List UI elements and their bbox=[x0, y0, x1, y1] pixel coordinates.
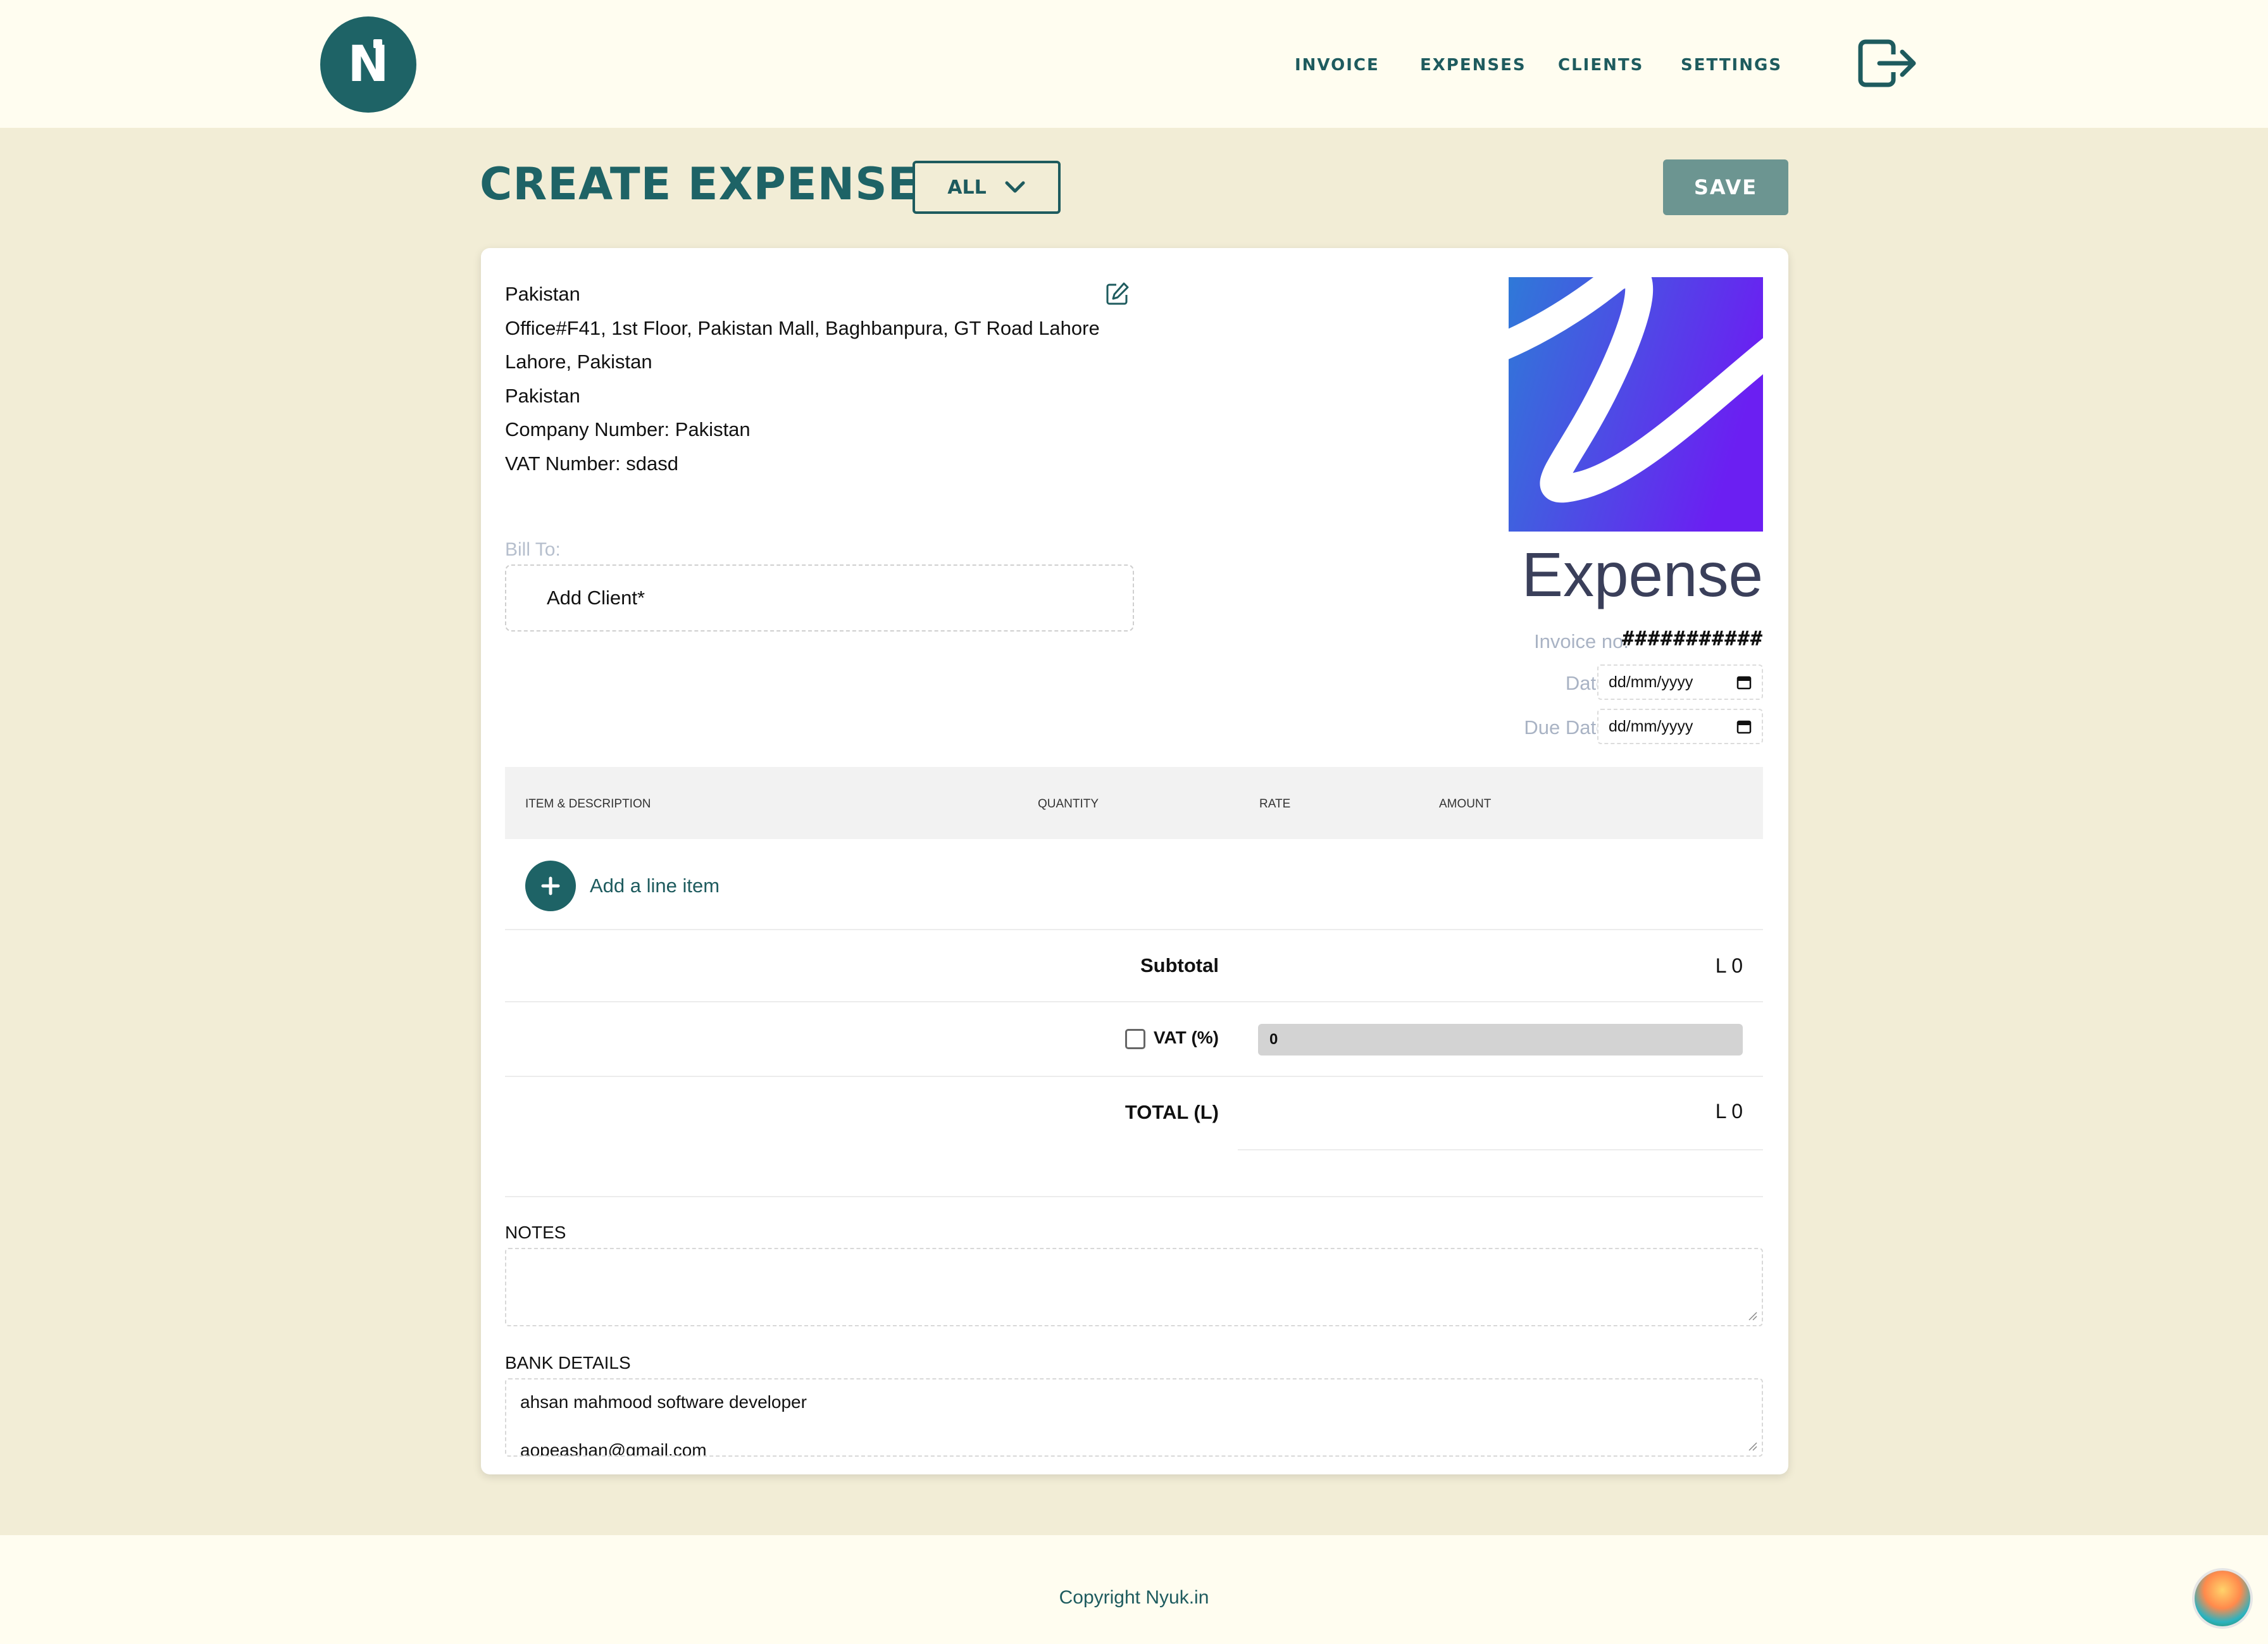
divider bbox=[505, 1076, 1763, 1077]
logout-icon[interactable] bbox=[1858, 39, 1916, 87]
total-value: L 0 bbox=[1715, 1100, 1743, 1123]
nav-settings[interactable]: SETTINGS bbox=[1681, 56, 1782, 75]
bank-details-textarea[interactable]: ahsan mahmood software developer aopeash… bbox=[505, 1378, 1763, 1457]
add-line-item-button[interactable] bbox=[525, 861, 576, 911]
resize-handle-icon[interactable] bbox=[1748, 1311, 1758, 1321]
notes-textarea[interactable] bbox=[505, 1248, 1763, 1326]
add-client-field[interactable]: Add Client* bbox=[505, 564, 1134, 632]
vat-percent-input[interactable]: 0 bbox=[1258, 1024, 1743, 1056]
invoice-number-label: Invoice no: bbox=[1534, 630, 1629, 652]
column-amount: AMOUNT bbox=[1439, 797, 1492, 811]
plus-icon bbox=[541, 876, 560, 895]
address-line: Pakistan bbox=[505, 283, 580, 305]
notes-label: NOTES bbox=[505, 1223, 566, 1242]
app-logo[interactable]: N bbox=[320, 16, 416, 113]
total-label: TOTAL (L) bbox=[1125, 1101, 1219, 1123]
subtotal-label: Subtotal bbox=[1140, 954, 1219, 976]
address-line: Company Number: Pakistan bbox=[505, 418, 751, 441]
nav-expenses[interactable]: EXPENSES bbox=[1420, 56, 1526, 75]
items-table-header: ITEM & DESCRIPTION QUANTITY RATE AMOUNT bbox=[505, 767, 1763, 839]
nav-clients[interactable]: CLIENTS bbox=[1558, 56, 1643, 75]
address-line: Lahore, Pakistan bbox=[505, 351, 652, 373]
address-line: VAT Number: sdasd bbox=[505, 452, 678, 475]
filter-value: ALL bbox=[947, 176, 987, 199]
add-line-item-link[interactable]: Add a line item bbox=[590, 875, 720, 897]
subtotal-value: L 0 bbox=[1715, 954, 1743, 977]
document-type-heading: Expense bbox=[1521, 540, 1763, 609]
invoice-number-value[interactable]: ########### bbox=[1622, 626, 1763, 651]
date-input[interactable]: dd/mm/yyyy bbox=[1597, 664, 1763, 700]
address-line: Office#F41, 1st Floor, Pakistan Mall, Ba… bbox=[505, 316, 1100, 339]
column-item-description: ITEM & DESCRIPTION bbox=[525, 797, 651, 811]
expense-form-card: Pakistan Office#F41, 1st Floor, Pakistan… bbox=[481, 248, 1788, 1474]
column-quantity: QUANTITY bbox=[1038, 797, 1099, 811]
user-avatar[interactable] bbox=[2192, 1568, 2253, 1629]
date-placeholder: dd/mm/yyyy bbox=[1609, 673, 1693, 691]
vat-checkbox[interactable] bbox=[1125, 1029, 1145, 1049]
company-logo-image[interactable] bbox=[1509, 277, 1763, 532]
column-rate: RATE bbox=[1259, 797, 1291, 811]
calendar-icon[interactable] bbox=[1736, 719, 1752, 734]
logo-letter: N bbox=[347, 36, 389, 93]
company-address: Pakistan Office#F41, 1st Floor, Pakistan… bbox=[505, 277, 1100, 481]
due-date-input[interactable]: dd/mm/yyyy bbox=[1597, 709, 1763, 744]
divider bbox=[505, 929, 1763, 930]
vat-label: VAT (%) bbox=[1153, 1028, 1219, 1047]
nav-invoice[interactable]: INVOICE bbox=[1295, 56, 1380, 75]
save-button[interactable]: SAVE bbox=[1663, 159, 1788, 215]
notes-text bbox=[506, 1249, 1762, 1263]
bill-to-label: Bill To: bbox=[505, 539, 561, 560]
divider bbox=[505, 1196, 1763, 1197]
bank-details-text: ahsan mahmood software developer aopeash… bbox=[520, 1392, 807, 1457]
copyright-text: Copyright Nyuk.in bbox=[1059, 1587, 1209, 1608]
top-navigation-bar: N INVOICE EXPENSES CLIENTS SETTINGS bbox=[0, 0, 2268, 128]
page-title: CREATE EXPENSE bbox=[480, 158, 919, 210]
resize-handle-icon[interactable] bbox=[1748, 1442, 1758, 1452]
edit-icon[interactable] bbox=[1105, 281, 1130, 306]
divider bbox=[1238, 1149, 1763, 1150]
page-footer: Copyright Nyuk.in bbox=[0, 1535, 2268, 1644]
filter-dropdown[interactable]: ALL bbox=[913, 161, 1061, 214]
bank-details-label: BANK DETAILS bbox=[505, 1353, 631, 1373]
chevron-down-icon bbox=[1005, 181, 1025, 193]
due-date-placeholder: dd/mm/yyyy bbox=[1609, 717, 1693, 735]
address-line: Pakistan bbox=[505, 384, 580, 407]
divider bbox=[505, 1001, 1763, 1002]
calendar-icon[interactable] bbox=[1736, 675, 1752, 690]
logo-dot bbox=[373, 39, 382, 48]
